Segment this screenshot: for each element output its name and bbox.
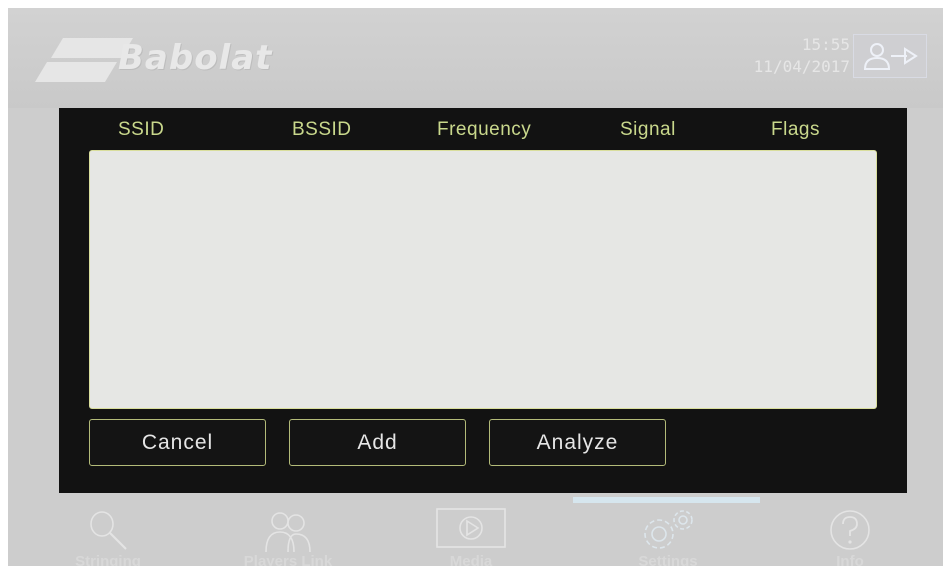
column-header-bssid: BSSID (292, 119, 352, 140)
clock-date: 11/04/2017 (753, 57, 850, 76)
screen: Babolat 15:55 11/04/2017 SSID BSSID Freq… (8, 8, 943, 566)
nav-label-stringing: Stringing (75, 553, 141, 566)
nav-label-players-link: Players Link (243, 553, 333, 566)
help-icon (830, 510, 870, 550)
clock: 15:55 11/04/2017 (754, 34, 850, 78)
logout-button[interactable] (853, 34, 927, 78)
analyze-button[interactable]: Analyze (489, 419, 666, 466)
column-header-flags: Flags (771, 119, 820, 140)
logo-text: Babolat (118, 38, 273, 78)
nav-players-link[interactable]: Players Link (208, 505, 368, 566)
column-header-signal: Signal (620, 119, 676, 140)
app-frame: Babolat 15:55 11/04/2017 SSID BSSID Freq… (0, 0, 943, 566)
nav-label-settings: Settings (638, 553, 698, 566)
nav-settings[interactable]: Settings (588, 505, 748, 566)
nav-media[interactable]: Media (391, 505, 551, 566)
nav-label-media: Media (449, 553, 493, 566)
nav-stringing[interactable]: Stringing (28, 505, 188, 566)
play-icon (436, 508, 506, 548)
column-header-frequency: Frequency (437, 119, 532, 140)
network-list[interactable] (89, 150, 877, 409)
column-header-ssid: SSID (118, 119, 165, 140)
players-icon (265, 512, 311, 553)
gears-icon (644, 510, 693, 549)
clock-time: 15:55 (801, 35, 850, 54)
nav-label-info: Info (836, 553, 864, 566)
racquet-icon (90, 511, 127, 550)
add-button[interactable]: Add (289, 419, 466, 466)
header-bar: Babolat 15:55 11/04/2017 (8, 8, 943, 108)
user-logout-icon (863, 43, 918, 70)
nav-info[interactable]: Info (770, 505, 930, 566)
cancel-button[interactable]: Cancel (89, 419, 266, 466)
active-tab-indicator (573, 497, 760, 503)
wifi-network-dialog: SSID BSSID Frequency Signal Flags Cancel… (59, 108, 907, 493)
